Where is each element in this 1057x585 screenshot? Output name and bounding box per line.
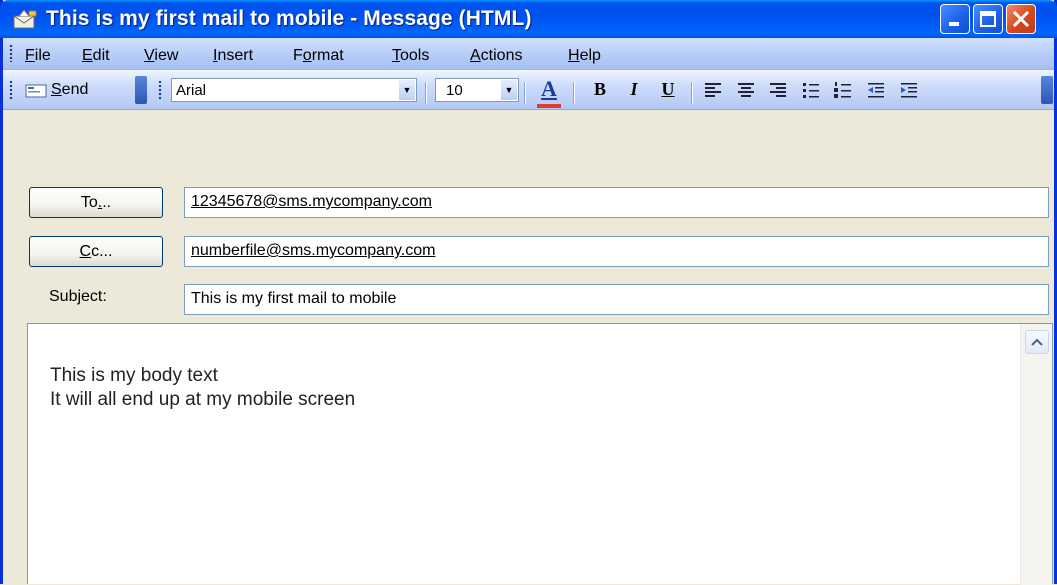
cc-recipient[interactable]: numberfile@sms.mycompany.com xyxy=(191,242,435,260)
envelope-message-icon xyxy=(13,9,37,29)
toolbar-separator xyxy=(524,82,525,104)
menu-actions[interactable]: Actions xyxy=(470,47,522,65)
message-window: This is my first mail to mobile - Messag… xyxy=(0,0,1057,585)
font-size-select[interactable]: 10 ▼ xyxy=(435,78,519,102)
send-button[interactable]: Send xyxy=(15,77,127,103)
chevron-down-icon[interactable]: ▼ xyxy=(501,80,517,100)
align-right-icon[interactable] xyxy=(770,83,786,97)
message-body[interactable]: This is my body text It will all end up … xyxy=(27,323,1053,585)
font-name-value: Arial xyxy=(176,82,207,99)
minimize-icon xyxy=(949,22,959,26)
decrease-indent-icon[interactable] xyxy=(868,83,884,98)
font-color-button[interactable]: A xyxy=(533,76,565,108)
scroll-up-button[interactable] xyxy=(1025,330,1049,354)
menu-file[interactable]: File xyxy=(25,47,51,65)
numbering-icon[interactable] xyxy=(834,82,851,98)
font-size-value: 10 xyxy=(446,82,463,99)
to-recipient[interactable]: 12345678@sms.mycompany.com xyxy=(191,193,432,211)
body-line: This is my body text xyxy=(50,365,218,386)
cc-field[interactable]: numberfile@sms.mycompany.com xyxy=(184,236,1049,267)
menu-view[interactable]: View xyxy=(144,47,178,65)
menu-format[interactable]: Format xyxy=(293,47,344,65)
subject-value: This is my first mail to mobile xyxy=(191,290,397,307)
maximize-button[interactable] xyxy=(973,4,1003,34)
body-text[interactable]: This is my body text It will all end up … xyxy=(50,364,355,412)
send-label: Send xyxy=(51,81,89,98)
maximize-icon xyxy=(980,11,996,27)
align-left-icon[interactable] xyxy=(705,83,721,97)
toolbar-separator xyxy=(691,82,692,104)
title-bar[interactable]: This is my first mail to mobile - Messag… xyxy=(0,0,1057,38)
subject-field[interactable]: This is my first mail to mobile xyxy=(184,284,1049,315)
send-icon xyxy=(25,84,47,98)
cc-button[interactable]: Cc... xyxy=(29,236,163,267)
menu-bar: File Edit View Insert Format Tools Actio… xyxy=(3,38,1054,70)
close-icon xyxy=(1012,10,1030,28)
toolbar-overflow-chevron-icon[interactable] xyxy=(1041,76,1053,104)
vertical-scrollbar[interactable] xyxy=(1020,324,1052,585)
window-title: This is my first mail to mobile - Messag… xyxy=(46,7,532,30)
font-color-icon: A xyxy=(541,76,557,101)
close-button[interactable] xyxy=(1006,4,1036,34)
bold-icon: B xyxy=(593,79,606,99)
toolbar-options-chevron-icon[interactable] xyxy=(135,76,147,104)
minimize-button[interactable] xyxy=(940,4,970,34)
formatting-toolbar: Send Arial ▼ 10 ▼ A B I U xyxy=(3,70,1054,110)
to-field[interactable]: 12345678@sms.mycompany.com xyxy=(184,187,1049,218)
bullets-icon[interactable] xyxy=(803,83,819,98)
chevron-up-icon xyxy=(1031,338,1043,346)
underline-icon: U xyxy=(661,79,675,99)
chevron-down-icon[interactable]: ▼ xyxy=(399,80,415,100)
toolbar-grip-icon[interactable] xyxy=(158,80,162,100)
paragraph-format-buttons xyxy=(705,82,917,98)
subject-label: Subject: xyxy=(49,288,107,305)
menubar-grip-icon[interactable] xyxy=(9,44,13,62)
underline-button[interactable]: U xyxy=(655,77,681,101)
font-name-select[interactable]: Arial ▼ xyxy=(171,78,417,102)
menu-insert[interactable]: Insert xyxy=(213,47,253,65)
toolbar-separator xyxy=(573,82,574,104)
body-line: It will all end up at my mobile screen xyxy=(50,389,356,410)
italic-button[interactable]: I xyxy=(621,77,647,101)
italic-icon: I xyxy=(630,79,638,99)
align-center-icon[interactable] xyxy=(738,83,754,97)
menu-edit[interactable]: Edit xyxy=(82,47,110,65)
to-button[interactable]: To... xyxy=(29,187,163,218)
menu-tools[interactable]: Tools xyxy=(392,47,429,65)
menu-help[interactable]: Help xyxy=(568,47,601,65)
toolbar-separator xyxy=(425,82,426,104)
increase-indent-icon[interactable] xyxy=(901,83,917,98)
font-color-swatch xyxy=(537,104,561,108)
bold-button[interactable]: B xyxy=(587,77,613,101)
toolbar-grip-icon[interactable] xyxy=(9,80,13,100)
